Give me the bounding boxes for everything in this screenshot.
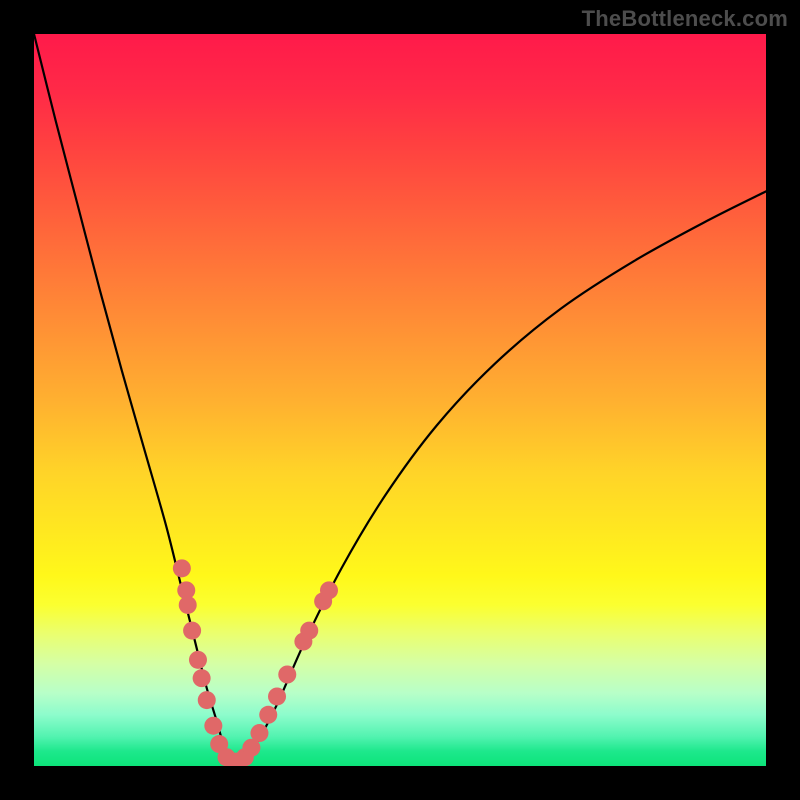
data-point xyxy=(179,596,197,614)
data-point xyxy=(320,581,338,599)
watermark-text: TheBottleneck.com xyxy=(582,6,788,32)
data-point xyxy=(173,559,191,577)
data-point xyxy=(250,724,268,742)
data-point xyxy=(278,666,296,684)
bottleneck-curve xyxy=(34,34,766,764)
data-point xyxy=(189,651,207,669)
data-point xyxy=(204,717,222,735)
chart-svg xyxy=(34,34,766,766)
data-point xyxy=(193,669,211,687)
data-point xyxy=(198,691,216,709)
plot-area xyxy=(34,34,766,766)
data-points xyxy=(173,559,338,766)
data-point xyxy=(268,687,286,705)
data-point xyxy=(183,622,201,640)
data-point xyxy=(259,706,277,724)
data-point xyxy=(300,622,318,640)
chart-frame: TheBottleneck.com xyxy=(0,0,800,800)
